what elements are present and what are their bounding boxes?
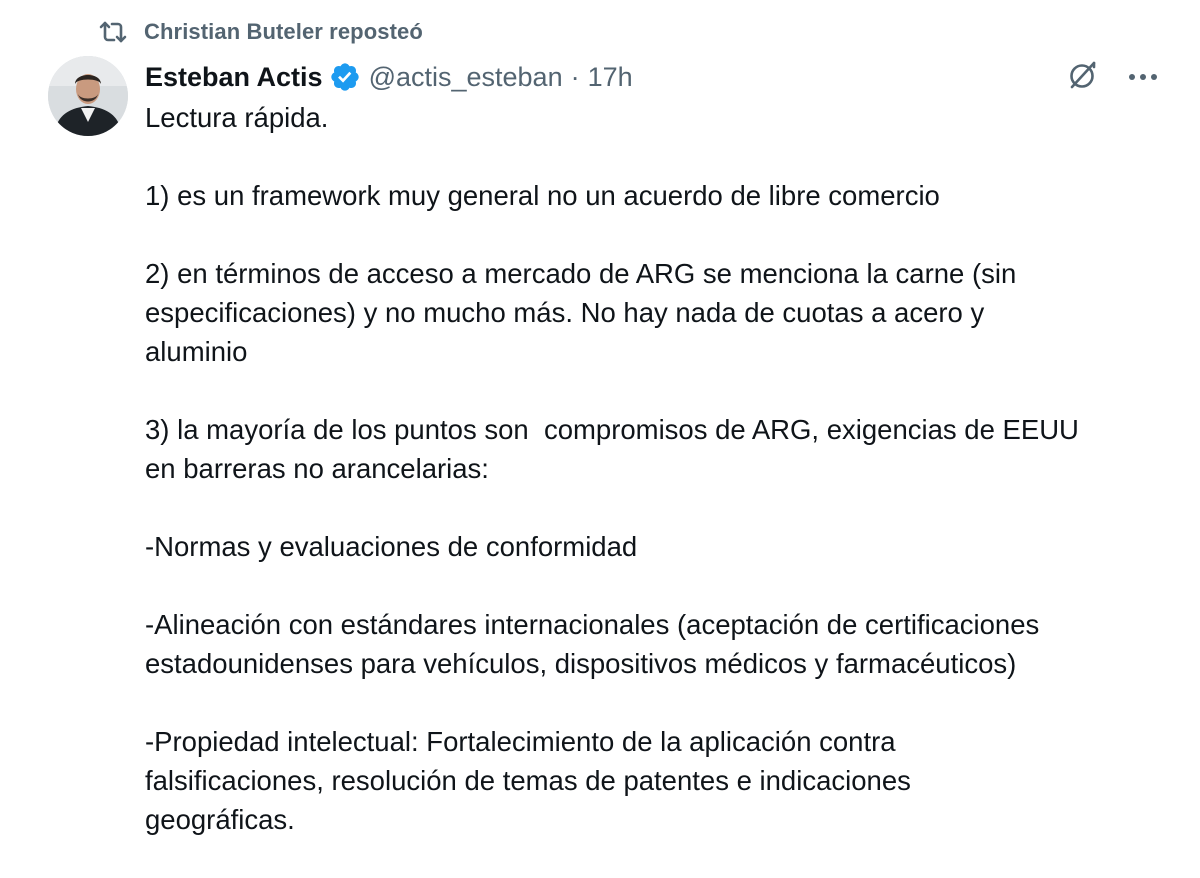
repost-context[interactable]: Christian Buteler reposteó [96, 16, 423, 48]
tweet-actions [1064, 58, 1162, 96]
more-icon [1128, 68, 1158, 86]
more-options-button[interactable] [1124, 58, 1162, 96]
verified-badge-icon[interactable] [329, 61, 361, 93]
tweet-paragraph: -Normas y evaluaciones de conformidad [145, 531, 638, 562]
grok-button[interactable] [1064, 58, 1102, 96]
tweet-timestamp[interactable]: 17h [588, 62, 633, 93]
tweet-paragraph: Lectura rápida. [145, 102, 329, 133]
tweet-paragraph: -Propiedad intelectual: Fortalecimiento … [145, 726, 911, 835]
grok-icon [1066, 58, 1100, 97]
tweet-paragraph: 1) es un framework muy general no un acu… [145, 180, 940, 211]
tweet-text: Lectura rápida. 1) es un framework muy g… [145, 98, 1175, 878]
repost-icon [96, 18, 130, 46]
separator-dot: · [570, 61, 580, 92]
tweet-paragraph: 3) la mayoría de los puntos son compromi… [145, 414, 1079, 484]
author-name[interactable]: Esteban Actis [145, 62, 323, 93]
repost-label[interactable]: Christian Buteler reposteó [144, 19, 423, 45]
tweet-paragraph: -Alineación con estándares internacional… [145, 609, 1040, 679]
tweet-paragraph: 2) en términos de acceso a mercado de AR… [145, 258, 1017, 367]
tweet-header: Esteban Actis @actis_esteban · 17h [145, 57, 633, 97]
avatar[interactable] [48, 56, 128, 136]
author-handle[interactable]: @actis_esteban [369, 62, 563, 93]
